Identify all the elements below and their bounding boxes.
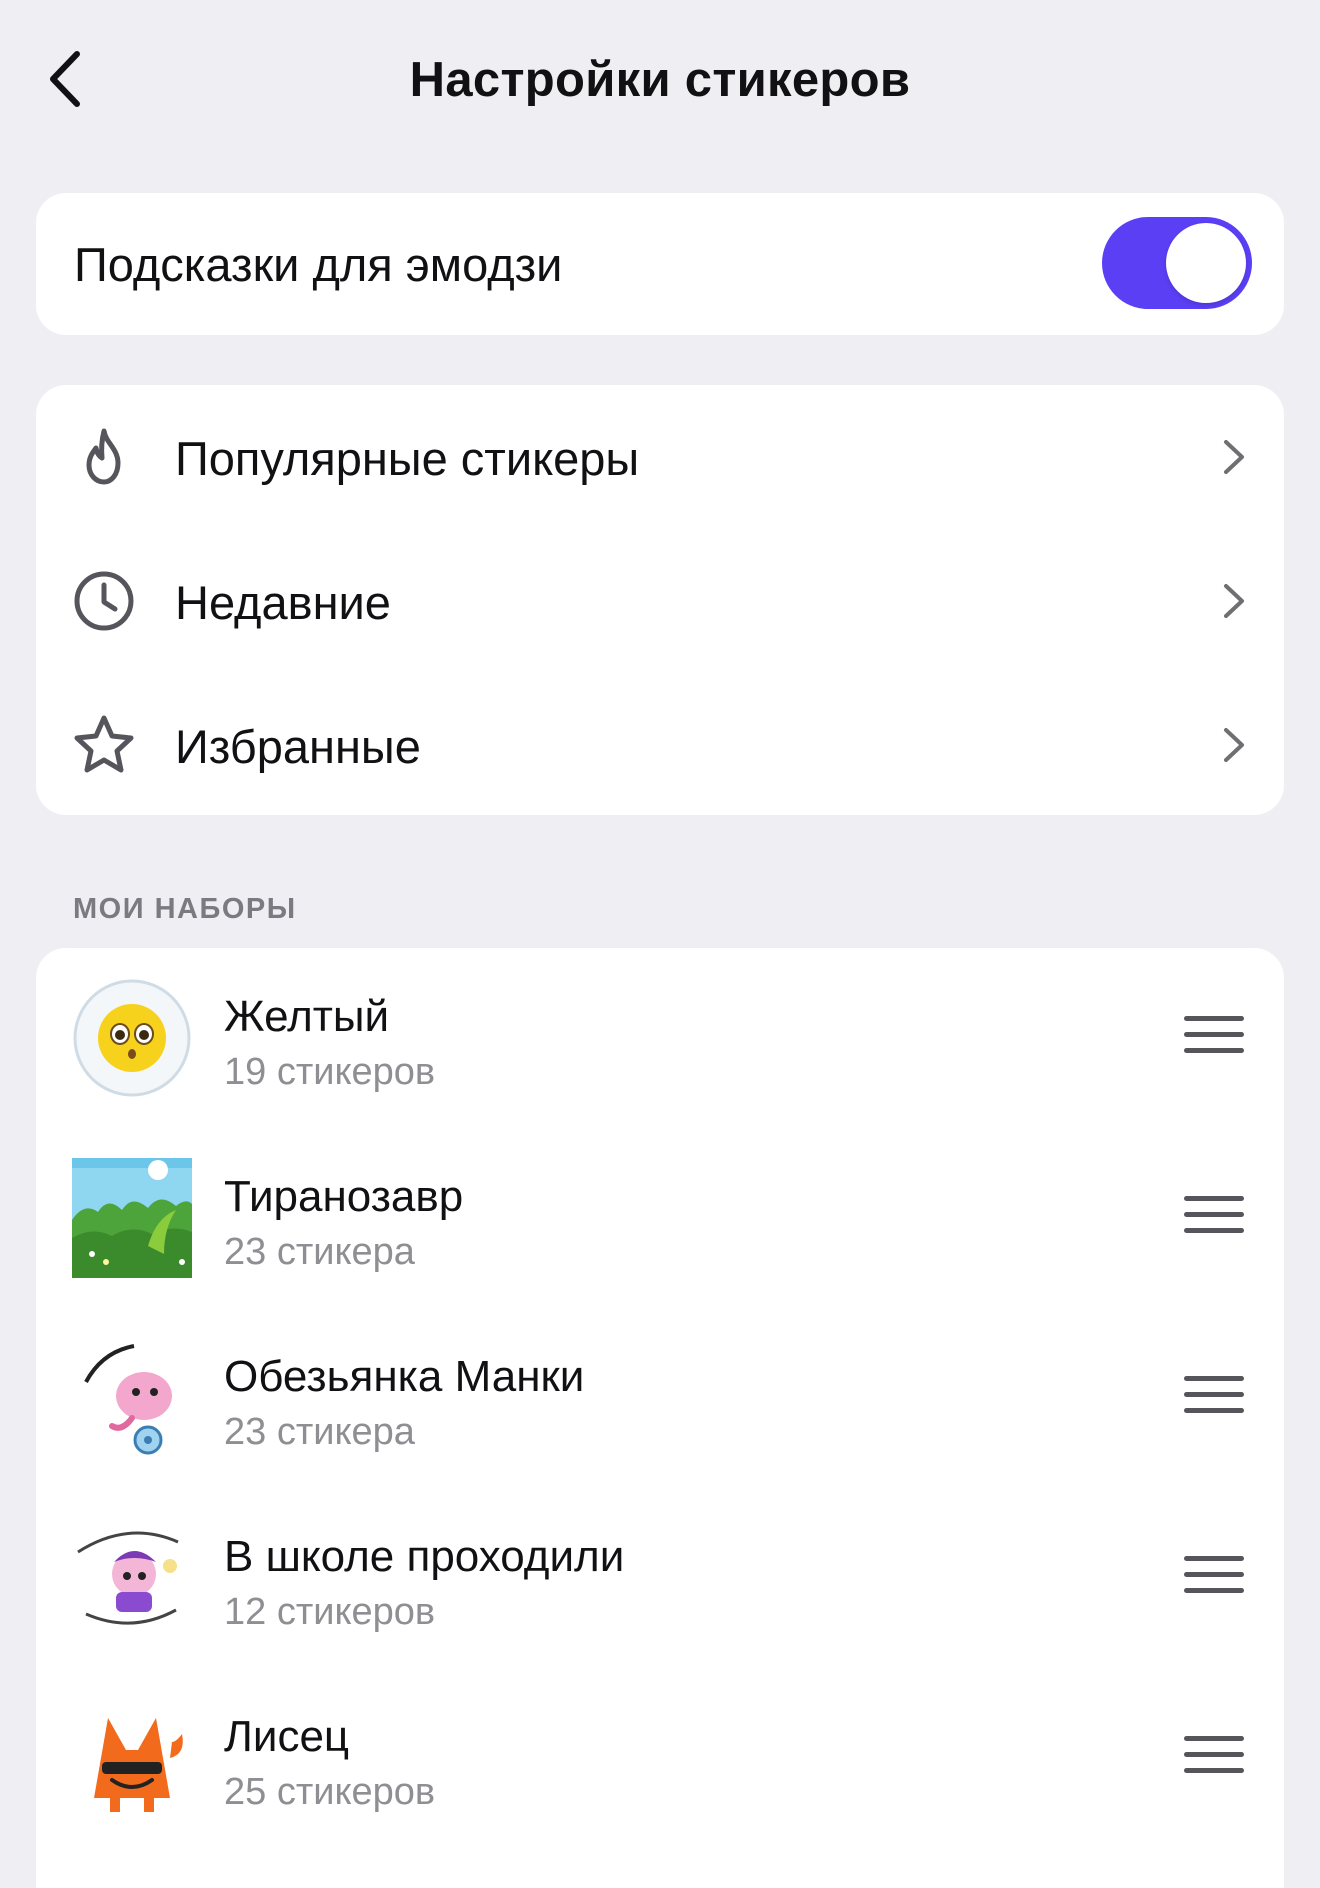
monkey-privet-sticker-icon	[84, 1344, 172, 1455]
set-name: Обезьянка Манки	[224, 1352, 585, 1401]
reorder-handle-icon[interactable]	[1184, 1016, 1244, 1060]
sticker-set-row[interactable]: Лисец 25 стикеров	[36, 1668, 1284, 1848]
set-name: Желтый	[224, 992, 390, 1041]
yellow-face-sticker-icon	[73, 979, 191, 1097]
emoji-hints-card: Подсказки для эмодзи	[36, 193, 1284, 335]
nav-label-favorites: Избранные	[175, 720, 421, 773]
section-header-my-sets: МОИ НАБОРЫ	[73, 893, 297, 925]
header: Настройки стикеров	[0, 0, 1320, 170]
set-count: 19 стикеров	[224, 1051, 436, 1093]
nav-label-recent: Недавние	[175, 576, 391, 629]
emoji-hints-toggle[interactable]	[1102, 217, 1252, 309]
set-count: 12 стикеров	[224, 1591, 436, 1633]
reorder-handle-icon[interactable]	[1184, 1556, 1244, 1600]
set-name: Тиранозавр	[224, 1172, 464, 1221]
set-name: В школе проходили	[224, 1532, 625, 1581]
star-icon	[74, 715, 134, 773]
chevron-right-icon	[1224, 728, 1244, 762]
flame-icon	[86, 428, 121, 485]
clock-icon	[74, 571, 134, 631]
page-title: Настройки стикеров	[409, 53, 911, 107]
sticker-set-row[interactable]: Обезьянка Манки 23 стикера	[36, 1308, 1284, 1488]
reorder-handle-icon[interactable]	[1184, 1736, 1244, 1780]
nav-item-favorites[interactable]: Избранные	[36, 673, 1284, 815]
dino-landscape-sticker-icon	[72, 1158, 192, 1278]
reorder-handle-icon[interactable]	[1184, 1376, 1244, 1420]
set-count: 23 стикера	[224, 1231, 415, 1273]
sticker-set-row[interactable]: В школе проходили 12 стикеров	[36, 1488, 1284, 1668]
sticker-set-row[interactable]: Тиранозавр 23 стикера	[36, 1128, 1284, 1308]
sticker-set-row[interactable]: Желтый 19 стикеров	[36, 948, 1284, 1128]
nav-item-recent[interactable]: Недавние	[36, 529, 1284, 673]
set-name: Лисец	[224, 1712, 350, 1761]
chevron-right-icon	[1224, 440, 1244, 474]
school-monkey-sticker-icon	[77, 1531, 179, 1625]
my-sets-card: Желтый 19 стикеров Тиранозавр 23 стикера	[36, 948, 1284, 1888]
set-count: 23 стикера	[224, 1411, 415, 1453]
sticker-nav-card: Популярные стикеры Недавние Избранные	[36, 385, 1284, 815]
nav-label-popular: Популярные стикеры	[175, 432, 640, 485]
toggle-knob	[1166, 223, 1246, 303]
nav-item-popular[interactable]: Популярные стикеры	[36, 385, 1284, 529]
emoji-hints-label: Подсказки для эмодзи	[74, 238, 563, 291]
chevron-right-icon	[1224, 584, 1244, 618]
fox-sticker-icon	[94, 1718, 183, 1812]
reorder-handle-icon[interactable]	[1184, 1196, 1244, 1240]
set-count: 25 стикеров	[224, 1771, 436, 1813]
